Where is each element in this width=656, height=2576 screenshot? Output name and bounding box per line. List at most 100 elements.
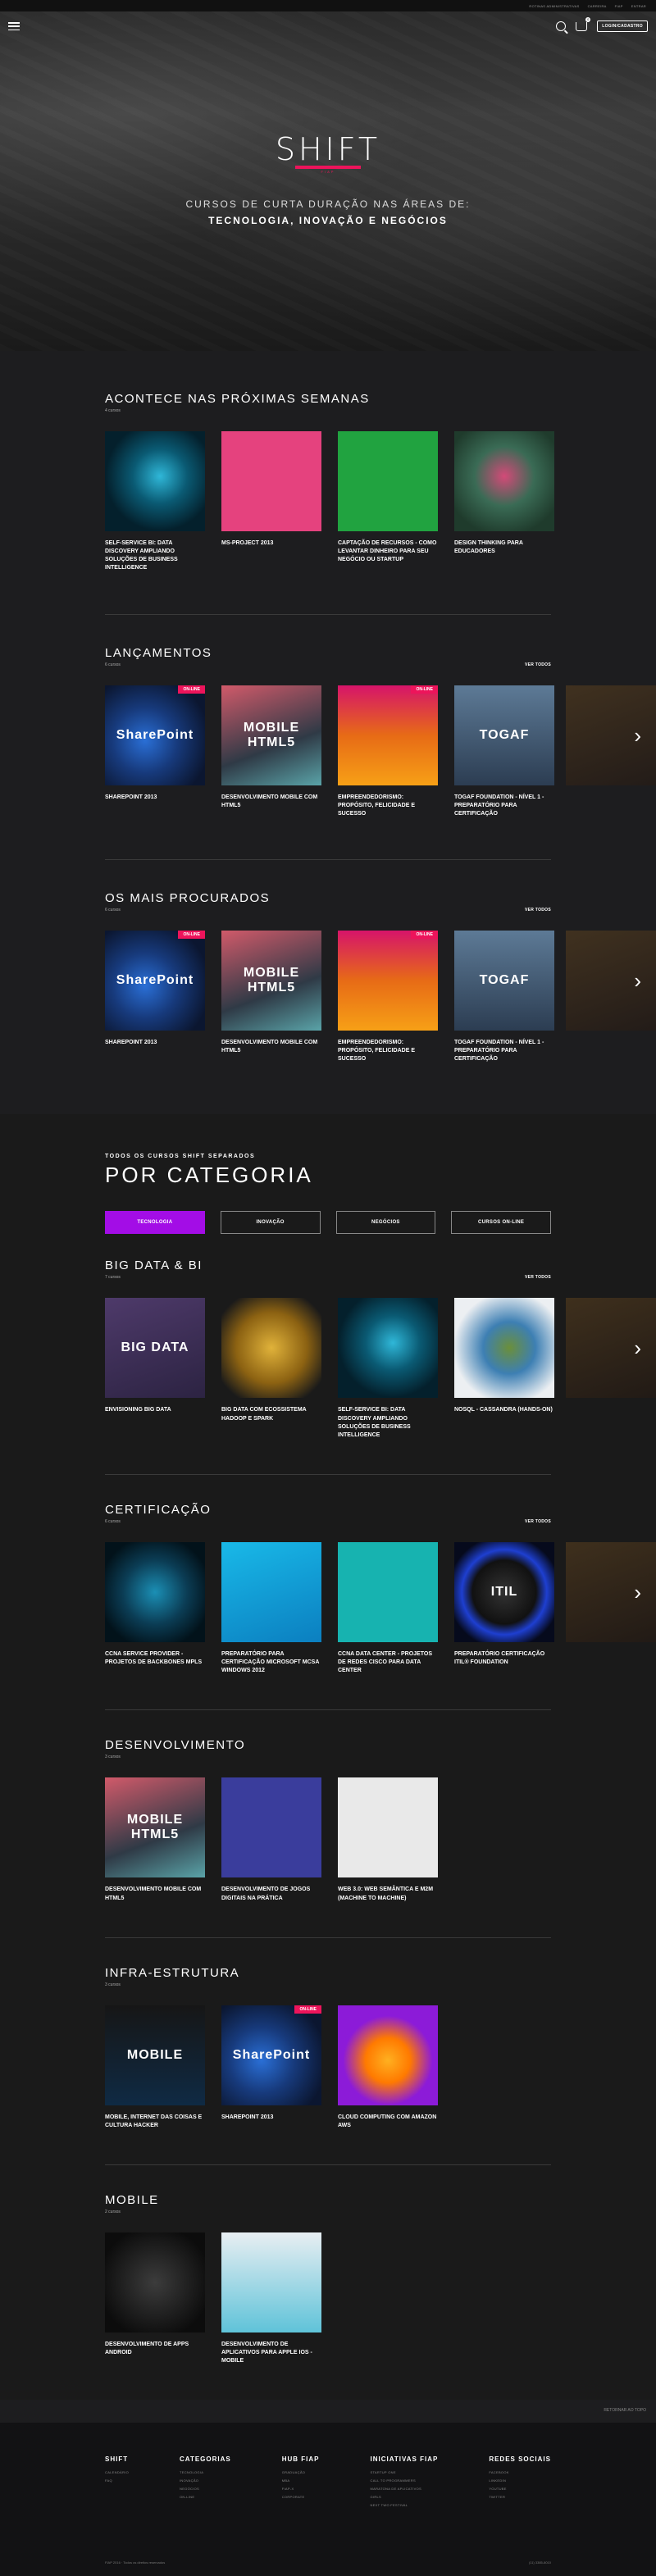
course-title[interactable]: DESENVOLVIMENTO DE APLICATIVOS PARA APPL… [221, 2341, 321, 2365]
course-card[interactable]: MOBILE HTML5 DESENVOLVIMENTO MOBILE COM H… [221, 930, 321, 1063]
topbar-link[interactable]: CARREIRA [588, 4, 607, 8]
course-thumbnail[interactable]: MOBILE HTML5 [105, 1777, 205, 1878]
footer-link[interactable]: CALL TO PROGRAMMERS [371, 2478, 439, 2483]
course-thumbnail[interactable] [105, 431, 205, 531]
category-tab[interactable]: INOVAÇÃO [220, 1211, 321, 1235]
course-thumbnail[interactable]: MOBILE HTML5 [221, 685, 321, 785]
footer-link[interactable]: MBA [282, 2478, 320, 2483]
cart-icon[interactable]: 0 [576, 16, 591, 31]
course-title[interactable]: DESENVOLVIMENTO MOBILE COM HTML5 [221, 794, 321, 810]
course-card[interactable]: PREPARATÓRIO PARA CERTIFICAÇÃO MICROSOFT… [221, 1541, 321, 1675]
course-card[interactable]: SELF-SERVICE BI: DATA DISCOVERY AMPLIAND… [338, 1298, 438, 1440]
login-button[interactable]: LOGIN/CADASTRO [597, 20, 648, 32]
see-all-link[interactable]: VER TODOS [525, 1275, 551, 1280]
course-thumbnail[interactable]: ON-LINE [338, 685, 438, 785]
course-card[interactable]: CLOUD COMPUTING COM AMAZON AWS [338, 2005, 438, 2130]
course-card[interactable]: SELF-SERVICE BI: DATA DISCOVERY AMPLIAND… [105, 431, 205, 573]
see-all-link[interactable]: VER TODOS [525, 908, 551, 913]
back-to-top-link[interactable]: RETORNAR AO TOPO [0, 2400, 656, 2424]
chevron-right-icon[interactable]: › [634, 968, 641, 994]
course-thumbnail[interactable] [338, 1777, 438, 1878]
course-thumbnail[interactable] [221, 1298, 321, 1399]
course-thumbnail[interactable] [454, 1298, 554, 1399]
course-thumbnail[interactable]: TOGAF [454, 930, 554, 1031]
course-thumbnail[interactable]: TOGAF [454, 685, 554, 785]
course-thumbnail[interactable]: SharePoint ON-LINE [105, 685, 205, 785]
footer-link[interactable]: TWITTER [489, 2495, 551, 2499]
footer-link[interactable]: INOVAÇÃO [180, 2478, 231, 2483]
course-title[interactable]: DESENVOLVIMENTO DE APPS ANDROID [105, 2341, 205, 2357]
chevron-right-icon[interactable]: › [634, 723, 641, 749]
course-card[interactable]: DESIGN THINKING PARA EDUCADORES [454, 431, 554, 573]
category-tab[interactable]: TECNOLOGIA [105, 1211, 205, 1235]
course-title[interactable]: PREPARATÓRIO PARA CERTIFICAÇÃO MICROSOFT… [221, 1650, 321, 1675]
footer-link[interactable]: MARATONA DE APLICATIVOS [371, 2487, 439, 2491]
course-card[interactable]: CCNA DATA CENTER - PROJETOS DE REDES CIS… [338, 1541, 438, 1675]
course-thumbnail[interactable]: MOBILE [105, 2005, 205, 2105]
course-thumbnail[interactable] [338, 1298, 438, 1399]
course-thumbnail[interactable] [454, 431, 554, 531]
topbar-link[interactable]: ROTINAS ADMINISTRATIVAS [529, 4, 579, 8]
course-title[interactable]: EMPREENDEDORISMO: PROPÓSITO, FELICIDADE … [338, 794, 438, 818]
footer-link[interactable]: LINKEDIN [489, 2478, 551, 2483]
course-thumbnail[interactable] [338, 2005, 438, 2105]
course-card[interactable]: BIG DATA COM ECOSSISTEMA HADOOP E SPARK [221, 1298, 321, 1440]
course-card[interactable]: CCNA SERVICE PROVIDER - PROJETOS DE BACK… [105, 1541, 205, 1675]
search-icon[interactable] [556, 21, 567, 31]
course-title[interactable]: CCNA DATA CENTER - PROJETOS DE REDES CIS… [338, 1650, 438, 1675]
course-card[interactable]: CAPTAÇÃO DE RECURSOS - COMO LEVANTAR DIN… [338, 431, 438, 573]
topbar-link[interactable]: ENTRAR [631, 4, 646, 8]
course-title[interactable]: NOSQL - CASSANDRA (HANDS-ON) [454, 1406, 554, 1414]
course-title[interactable]: CLOUD COMPUTING COM AMAZON AWS [338, 2114, 438, 2130]
topbar-link[interactable]: FIAP [615, 4, 623, 8]
course-card[interactable]: ON-LINE EMPREENDEDORISMO: PROPÓSITO, FELI… [338, 685, 438, 818]
course-title[interactable]: MS-PROJECT 2013 [221, 539, 321, 548]
course-thumbnail[interactable] [221, 1777, 321, 1878]
course-card[interactable]: DESENVOLVIMENTO DE JOGOS DIGITAIS NA PRÁ… [221, 1777, 321, 1902]
footer-link[interactable]: TECNOLOGIA [180, 2470, 231, 2474]
chevron-right-icon[interactable]: › [634, 1336, 641, 1361]
course-thumbnail[interactable]: SharePoint ON-LINE [221, 2005, 321, 2105]
course-thumbnail[interactable] [338, 431, 438, 531]
footer-link[interactable]: NEXT TWO FESTIVAL [371, 2503, 439, 2507]
course-thumbnail[interactable]: SharePoint ON-LINE [105, 930, 205, 1031]
course-title[interactable]: TOGAF FOUNDATION - NÍVEL 1 - PREPARATÓRI… [454, 1039, 554, 1063]
footer-link[interactable]: GRADUAÇÃO [282, 2470, 320, 2474]
course-card[interactable]: TOGAF TOGAF FOUNDATION - NÍVEL 1 - PREPAR… [454, 930, 554, 1063]
course-card[interactable]: DESENVOLVIMENTO DE APLICATIVOS PARA APPL… [221, 2232, 321, 2365]
course-title[interactable]: DESIGN THINKING PARA EDUCADORES [454, 539, 554, 556]
course-title[interactable]: WEB 3.0: WEB SEMÂNTICA E M2M (MACHINE TO… [338, 1886, 438, 1902]
course-card[interactable]: SharePoint ON-LINE SHAREPOINT 2013 [105, 930, 205, 1063]
course-card[interactable]: MS-PROJECT 2013 [221, 431, 321, 573]
see-all-link[interactable]: VER TODOS [525, 1519, 551, 1524]
footer-link[interactable]: GIRLS [371, 2495, 439, 2499]
course-title[interactable]: ENVISIONING BIG DATA [105, 1406, 205, 1414]
course-card[interactable]: WEB 3.0: WEB SEMÂNTICA E M2M (MACHINE TO… [338, 1777, 438, 1902]
course-card[interactable]: MOBILE MOBILE, INTERNET DAS COISAS E CULT… [105, 2005, 205, 2130]
footer-link[interactable]: YOUTUBE [489, 2487, 551, 2491]
category-tab[interactable]: CURSOS ON-LINE [451, 1211, 551, 1235]
footer-link[interactable]: CALENDÁRIO [105, 2470, 129, 2474]
footer-link[interactable]: STARTUP ONE [371, 2470, 439, 2474]
course-card[interactable]: TOGAF TOGAF FOUNDATION - NÍVEL 1 - PREPAR… [454, 685, 554, 818]
menu-icon[interactable] [8, 22, 20, 30]
course-title[interactable]: BIG DATA COM ECOSSISTEMA HADOOP E SPARK [221, 1406, 321, 1422]
course-title[interactable]: SHAREPOINT 2013 [105, 1039, 205, 1047]
course-thumbnail[interactable] [105, 1541, 205, 1642]
course-title[interactable]: SHAREPOINT 2013 [221, 2114, 321, 2122]
course-thumbnail[interactable]: ITIL [454, 1541, 554, 1642]
course-title[interactable]: CCNA SERVICE PROVIDER - PROJETOS DE BACK… [105, 1650, 205, 1667]
course-card[interactable]: MOBILE HTML5 DESENVOLVIMENTO MOBILE COM H… [105, 1777, 205, 1902]
course-title[interactable]: CAPTAÇÃO DE RECURSOS - COMO LEVANTAR DIN… [338, 539, 438, 564]
course-title[interactable]: MOBILE, INTERNET DAS COISAS E CULTURA HA… [105, 2114, 205, 2130]
footer-link[interactable]: FACEBOOK [489, 2470, 551, 2474]
course-thumbnail[interactable]: ON-LINE [338, 930, 438, 1031]
course-title[interactable]: PREPARATÓRIO CERTIFICAÇÃO ITIL® FOUNDATI… [454, 1650, 554, 1667]
footer-link[interactable]: FIAP-X [282, 2487, 320, 2491]
course-card[interactable]: BIG DATA ENVISIONING BIG DATA [105, 1298, 205, 1440]
course-card[interactable]: DESENVOLVIMENTO DE APPS ANDROID [105, 2232, 205, 2365]
course-title[interactable]: TOGAF FOUNDATION - NÍVEL 1 - PREPARATÓRI… [454, 794, 554, 818]
footer-link[interactable]: CORPORATE [282, 2495, 320, 2499]
see-all-link[interactable]: VER TODOS [525, 662, 551, 667]
course-thumbnail[interactable] [221, 2232, 321, 2333]
